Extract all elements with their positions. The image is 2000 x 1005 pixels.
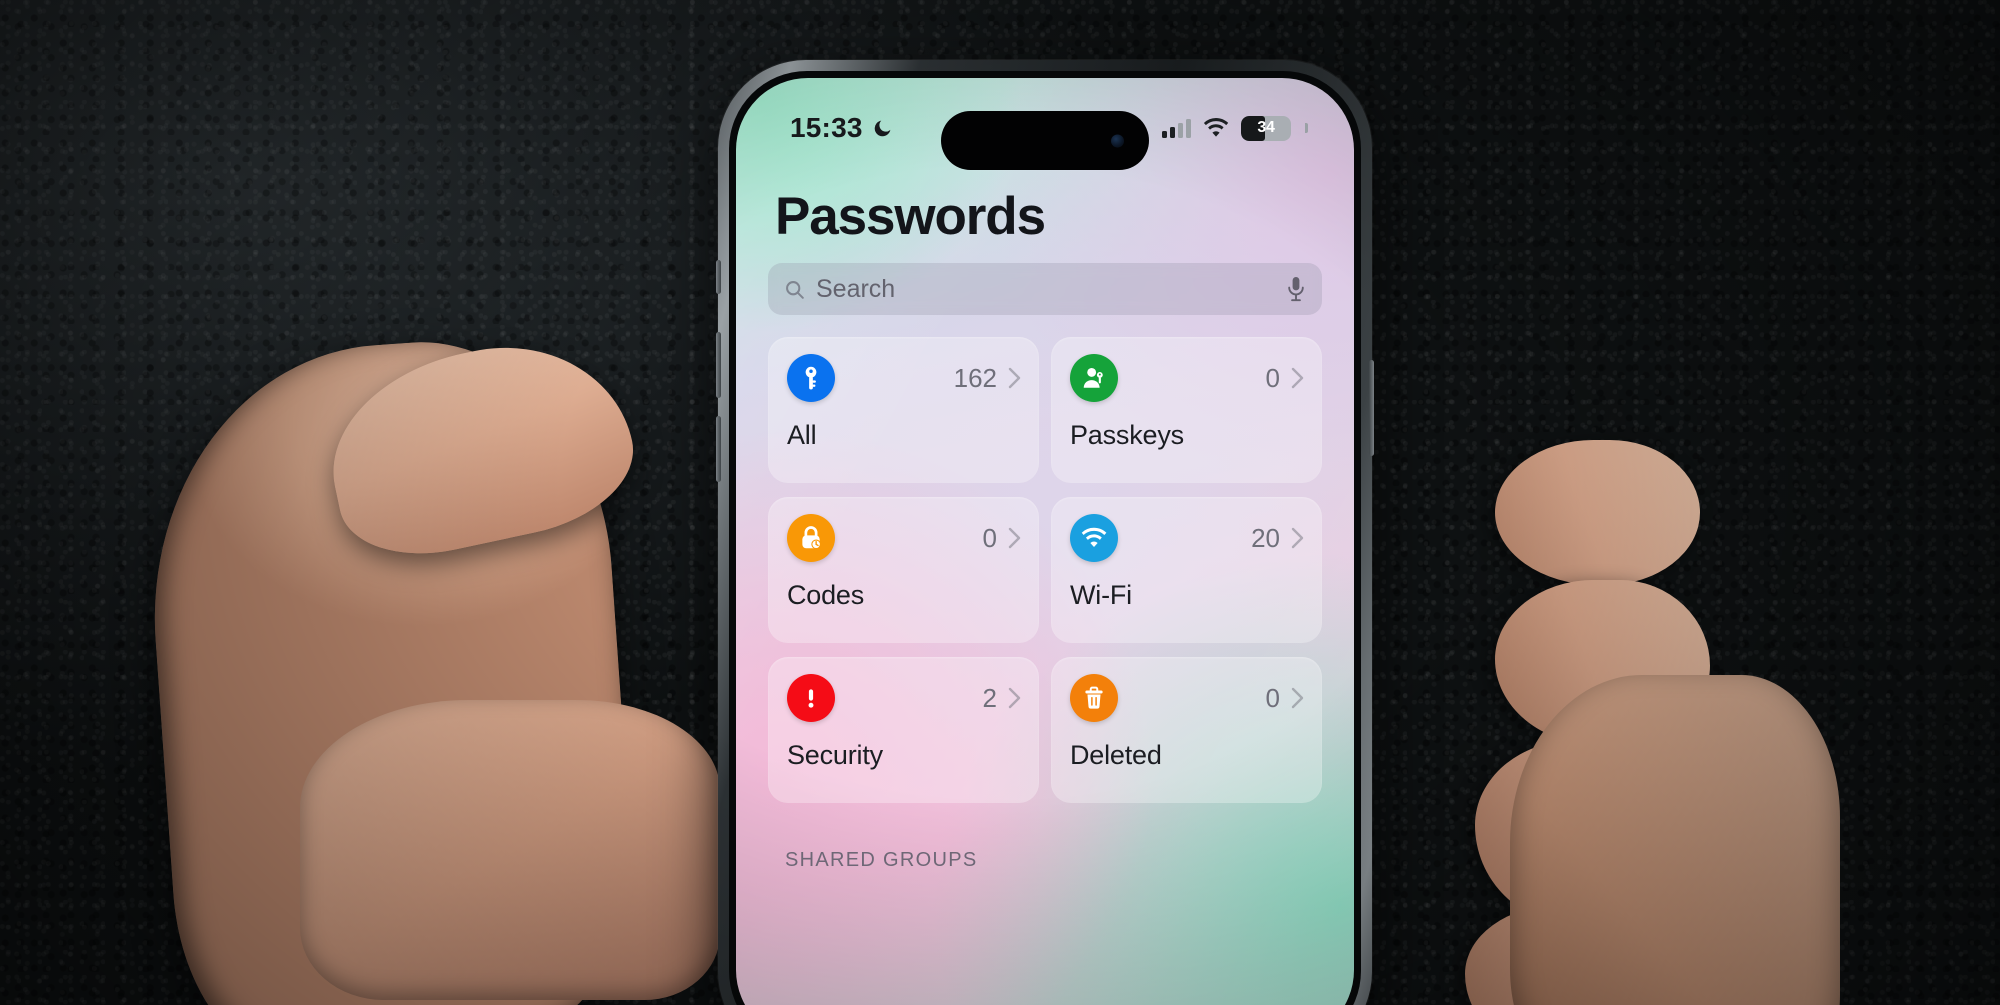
lock-clock-icon (802, 526, 821, 550)
category-badge (1070, 674, 1118, 722)
search-placeholder: Search (816, 274, 896, 303)
power-button[interactable] (1369, 360, 1374, 456)
status-bar-right: 34 (1162, 115, 1308, 141)
wifi-icon (1081, 527, 1107, 548)
category-badge (787, 354, 835, 402)
shared-groups-section-header: SHARED GROUPS (785, 849, 978, 871)
passwords-app: Passwords Search 162 All 0 Passkeys 0 Co… (736, 186, 1354, 872)
volume-down-button[interactable] (716, 416, 721, 482)
trash-icon (1085, 686, 1103, 709)
left-hand-lower-finger (300, 700, 720, 1000)
category-badge (787, 514, 835, 562)
category-meta: 0 (983, 523, 1021, 554)
chevron-right-icon (1291, 367, 1304, 389)
key-icon (805, 366, 817, 390)
search-icon (786, 280, 804, 299)
category-card-deleted[interactable]: 0 Deleted (1051, 657, 1322, 803)
category-card-security[interactable]: 2 Security (768, 657, 1039, 803)
volume-up-button[interactable] (716, 332, 721, 398)
chevron-right-icon (1008, 687, 1021, 709)
category-label: Codes (787, 580, 865, 610)
category-count: 0 (982, 522, 997, 553)
category-meta: 162 (954, 363, 1021, 394)
category-count: 20 (1251, 522, 1280, 553)
category-card-top-row: 0 (1070, 354, 1304, 402)
category-count: 0 (1265, 682, 1280, 713)
front-camera-icon (1111, 134, 1124, 147)
person-key-icon (1083, 367, 1103, 388)
category-card-codes[interactable]: 0 Codes (768, 497, 1039, 643)
dynamic-island[interactable] (941, 111, 1149, 170)
right-finger-ring (1475, 740, 1705, 925)
category-label: Deleted (1070, 740, 1162, 770)
chevron-right-icon (1008, 367, 1021, 389)
chevron-right-icon (1008, 527, 1021, 549)
category-card-top-row: 162 (787, 354, 1021, 402)
category-card-top-row: 0 (1070, 674, 1304, 722)
battery-level-label: 34 (1257, 119, 1275, 136)
category-meta: 2 (983, 683, 1021, 714)
category-meta: 20 (1251, 523, 1304, 554)
phone-screen: 15:33 34 Passwords Search 162 All 0 Pass… (736, 78, 1354, 1005)
category-label: Wi-Fi (1070, 580, 1132, 610)
category-card-top-row: 20 (1070, 514, 1304, 562)
category-badge (787, 674, 835, 722)
category-count: 2 (982, 682, 997, 713)
category-count: 162 (953, 362, 997, 393)
warning-icon (808, 689, 814, 708)
category-label: All (787, 420, 817, 450)
left-thumb (313, 322, 647, 572)
right-finger-middle (1495, 580, 1710, 745)
category-card-all[interactable]: 162 All (768, 337, 1039, 483)
photo-scene: 15:33 34 Passwords Search 162 All 0 Pass… (0, 0, 2000, 1005)
wifi-icon (1203, 118, 1229, 137)
crescent-moon-icon (874, 120, 890, 136)
iphone-device: 15:33 34 Passwords Search 162 All 0 Pass… (716, 60, 1374, 1005)
category-card-top-row: 0 (787, 514, 1021, 562)
category-card-top-row: 2 (787, 674, 1021, 722)
battery-cap (1305, 123, 1308, 133)
battery-icon: 34 (1241, 115, 1291, 141)
category-meta: 0 (1266, 363, 1304, 394)
cellular-signal-icon (1162, 118, 1191, 138)
category-meta: 0 (1266, 683, 1304, 714)
category-label: Passkeys (1070, 420, 1184, 450)
search-input[interactable]: Search (768, 263, 1322, 315)
chevron-right-icon (1291, 527, 1304, 549)
category-count: 0 (1265, 362, 1280, 393)
silent-switch[interactable] (716, 260, 721, 294)
right-palm (1510, 675, 1840, 1005)
status-clock: 15:33 (790, 112, 863, 143)
phone-bezel: 15:33 34 Passwords Search 162 All 0 Pass… (729, 71, 1361, 1005)
category-badge (1070, 354, 1118, 402)
right-finger-index (1495, 440, 1700, 585)
page-title: Passwords (775, 187, 1046, 246)
category-card-passkeys[interactable]: 0 Passkeys (1051, 337, 1322, 483)
status-bar-left: 15:33 (790, 112, 893, 144)
right-finger-pinky (1465, 905, 1690, 1005)
category-label: Security (787, 740, 883, 770)
category-card-wifi[interactable]: 20 Wi-Fi (1051, 497, 1322, 643)
left-hand (136, 329, 644, 1005)
category-grid: 162 All 0 Passkeys 0 Codes 20 Wi-Fi 2 Se… (768, 337, 1322, 803)
category-badge (1070, 514, 1118, 562)
chevron-right-icon (1291, 687, 1304, 709)
microphone-icon[interactable] (1286, 276, 1306, 302)
